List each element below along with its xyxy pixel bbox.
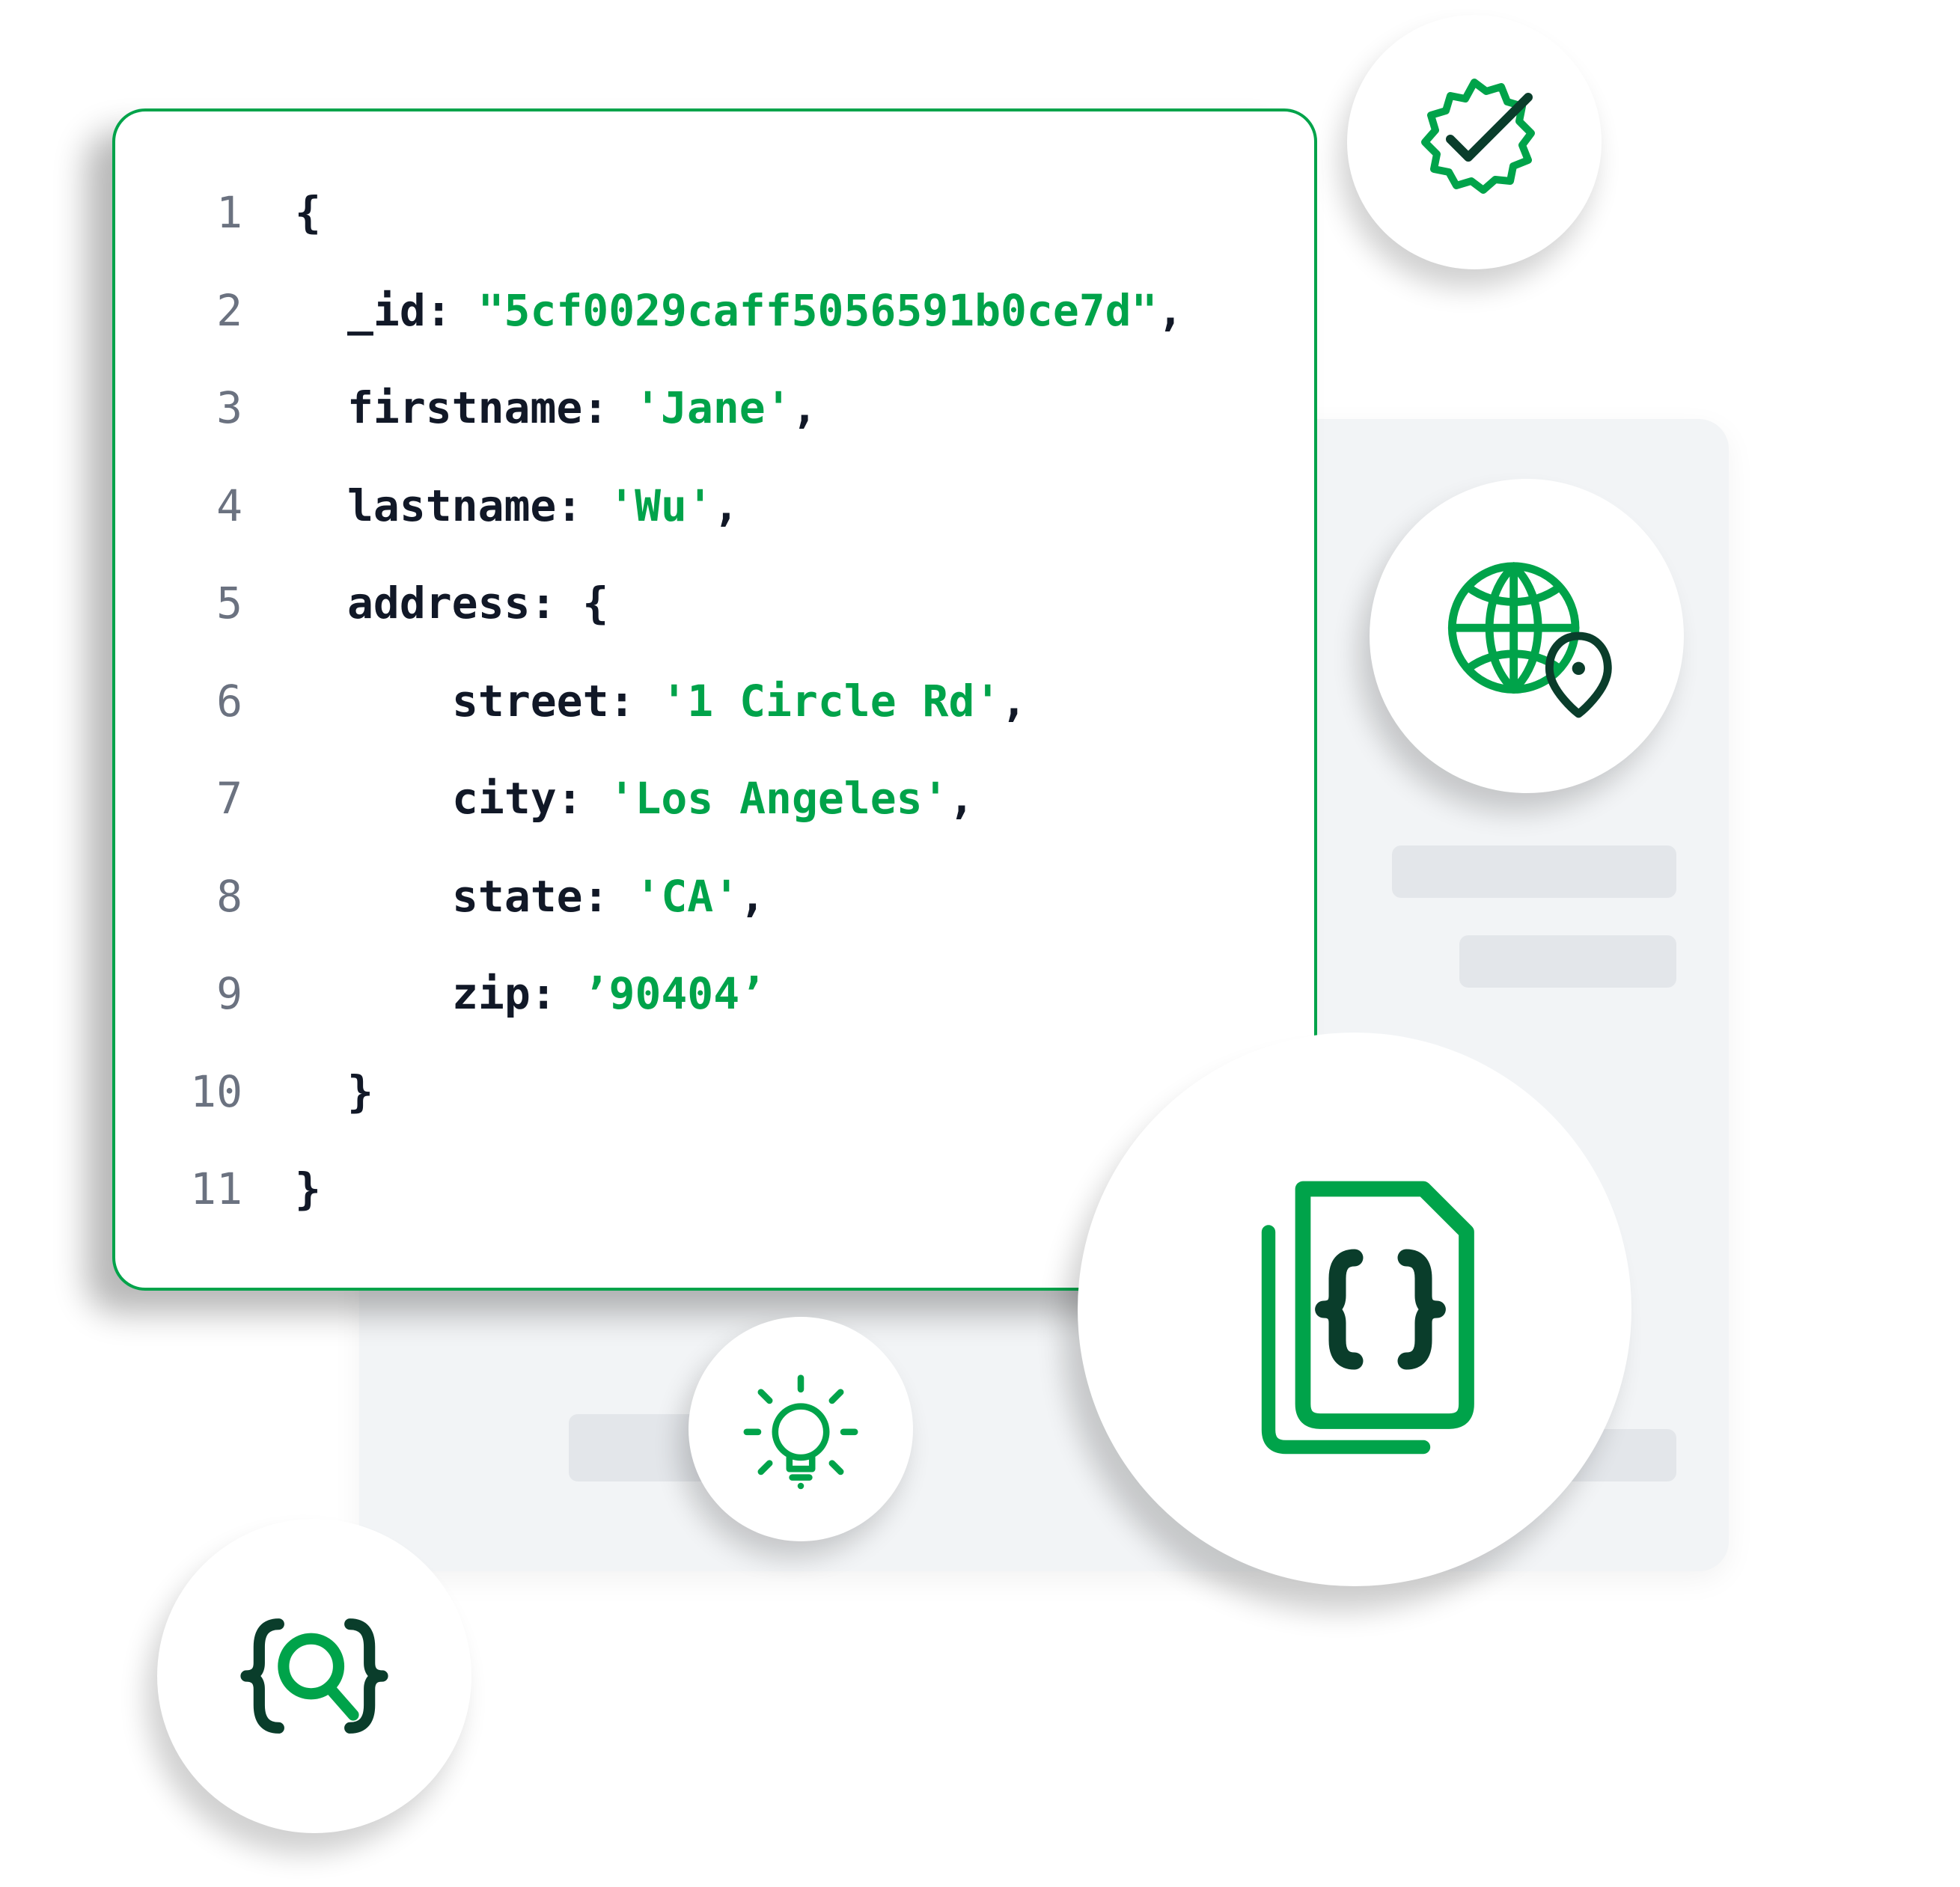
code-token: city <box>452 750 557 848</box>
code-token: { <box>582 554 608 652</box>
code-line: 6 street: '1 Circle Rd', <box>160 652 1269 750</box>
code-line: 5 address: { <box>160 554 1269 652</box>
line-number: 6 <box>160 652 242 750</box>
code-token: , <box>792 359 818 457</box>
line-number: 2 <box>160 262 242 360</box>
code-token: 'Wu' <box>608 457 713 555</box>
line-number: 10 <box>160 1043 242 1141</box>
code-token: } <box>347 1043 373 1141</box>
line-number: 11 <box>160 1140 242 1238</box>
code-token: : <box>530 554 582 652</box>
code-token: address <box>347 554 530 652</box>
code-token: street <box>452 652 609 750</box>
verified-check-icon <box>1347 15 1602 269</box>
code-line: 4 lastname: 'Wu', <box>160 457 1269 555</box>
code-token: { <box>295 164 321 262</box>
lightbulb-icon <box>689 1317 913 1541</box>
code-line: 1{ <box>160 164 1269 262</box>
code-block: 1{2_id: "5cf0029caff5056591b0ce7d",3firs… <box>160 164 1269 1238</box>
line-number: 8 <box>160 848 242 946</box>
code-token: : <box>531 945 583 1043</box>
code-token: zip <box>452 945 531 1043</box>
code-token: : <box>583 848 635 946</box>
code-line: 8 state: 'CA', <box>160 848 1269 946</box>
code-token: , <box>1001 652 1027 750</box>
code-line: 10} <box>160 1043 1269 1141</box>
code-token: state <box>452 848 583 946</box>
code-token: , <box>1158 262 1184 360</box>
code-token: : <box>582 359 635 457</box>
code-token: _id <box>347 262 426 360</box>
illustration-stage: 1{2_id: "5cf0029caff5056591b0ce7d",3firs… <box>0 0 1960 1887</box>
code-line: 3 firstname: 'Jane', <box>160 359 1269 457</box>
code-card: 1{2_id: "5cf0029caff5056591b0ce7d",3firs… <box>112 108 1317 1291</box>
code-token: } <box>295 1140 321 1238</box>
line-number: 4 <box>160 457 242 555</box>
line-number: 1 <box>160 164 242 262</box>
code-search-icon <box>157 1519 471 1833</box>
code-line: 9 zip: ’90404’ <box>160 945 1269 1043</box>
code-token: : <box>426 262 478 360</box>
line-number: 5 <box>160 554 242 652</box>
code-token: : <box>557 750 609 848</box>
code-token: '1 Circle Rd' <box>661 652 1001 750</box>
globe-location-icon <box>1370 479 1684 793</box>
code-token: , <box>739 848 766 946</box>
code-token: : <box>609 652 662 750</box>
code-token: , <box>713 457 739 555</box>
json-documents-icon <box>1078 1033 1631 1586</box>
line-number: 9 <box>160 945 242 1043</box>
line-number: 3 <box>160 359 242 457</box>
code-token: "5cf0029caff5056591b0ce7d" <box>478 262 1158 360</box>
code-token: : <box>556 457 608 555</box>
code-token: 'Jane' <box>635 359 792 457</box>
code-token: ’90404’ <box>583 945 766 1043</box>
code-token: firstname <box>347 359 582 457</box>
line-number: 7 <box>160 750 242 848</box>
code-token: 'CA' <box>635 848 739 946</box>
code-line: 7 city: 'Los Angeles', <box>160 750 1269 848</box>
code-line: 2 _id: "5cf0029caff5056591b0ce7d", <box>160 262 1269 360</box>
code-token: lastname <box>347 457 556 555</box>
code-token: , <box>948 750 974 848</box>
code-token: 'Los Angeles' <box>609 750 949 848</box>
